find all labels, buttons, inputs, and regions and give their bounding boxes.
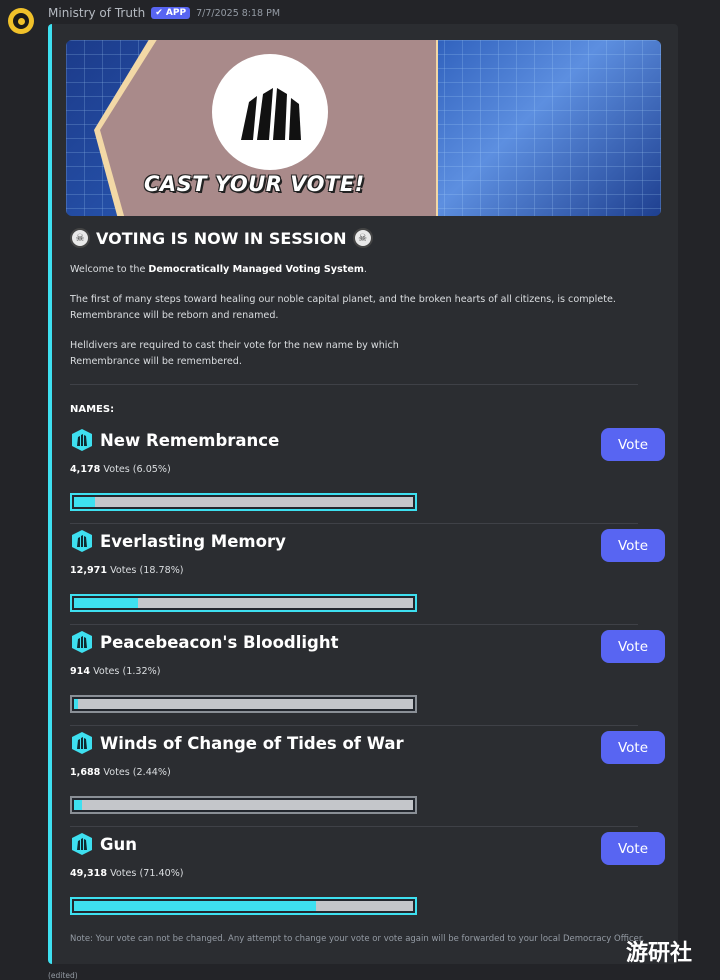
- vote-button[interactable]: Vote: [601, 630, 665, 663]
- vote-button[interactable]: Vote: [601, 731, 665, 764]
- names-label: NAMES:: [70, 404, 115, 415]
- option-votes: 4,178 Votes (6.05%): [70, 464, 171, 475]
- vote-progress-bar: [70, 695, 417, 713]
- ministry-shield-icon: [70, 630, 94, 654]
- poll-option: Peacebeacon's Bloodlight 914 Votes (1.32…: [70, 626, 665, 726]
- option-name: Everlasting Memory: [100, 531, 286, 551]
- option-divider: [70, 826, 638, 827]
- option-name: Winds of Change of Tides of War: [100, 733, 404, 753]
- option-name: New Remembrance: [100, 430, 280, 450]
- banner-title: CAST YOUR VOTE!: [144, 172, 365, 196]
- skull-emblem-icon: ☠: [352, 228, 373, 248]
- banner-image[interactable]: CAST YOUR VOTE!: [66, 40, 661, 216]
- option-name: Gun: [100, 834, 138, 854]
- author-name[interactable]: Ministry of Truth: [48, 6, 145, 20]
- vote-progress-fill: [74, 699, 79, 709]
- session-title: ☠ VOTING IS NOW IN SESSION ☠: [70, 228, 373, 248]
- option-votes: 12,971 Votes (18.78%): [70, 565, 184, 576]
- vote-progress-bar: [70, 594, 417, 612]
- message-timestamp: 7/7/2025 8:18 PM: [196, 7, 281, 19]
- ministry-shield-icon: [70, 832, 94, 856]
- vote-progress-bar: [70, 897, 417, 915]
- message-header: Ministry of Truth ✔ APP 7/7/2025 8:18 PM: [48, 5, 280, 21]
- option-title: New Remembrance: [70, 428, 279, 452]
- poll-option: New Remembrance 4,178 Votes (6.05%) Vote: [70, 424, 665, 524]
- divider: [70, 384, 638, 385]
- option-divider: [70, 624, 638, 625]
- welcome-text: Welcome to the Democratically Managed Vo…: [70, 264, 367, 275]
- vote-progress-fill: [74, 598, 138, 608]
- note-text: Note: Your vote can not be changed. Any …: [70, 934, 645, 944]
- poll-option: Winds of Change of Tides of War 1,688 Vo…: [70, 727, 665, 827]
- bot-avatar[interactable]: [8, 8, 34, 34]
- vote-button[interactable]: Vote: [601, 529, 665, 562]
- option-title: Winds of Change of Tides of War: [70, 731, 404, 755]
- option-divider: [70, 523, 638, 524]
- vote-progress-fill: [74, 901, 317, 911]
- option-title: Peacebeacon's Bloodlight: [70, 630, 338, 654]
- option-title: Everlasting Memory: [70, 529, 286, 553]
- ministry-shield-icon: [70, 529, 94, 553]
- poll-option: Everlasting Memory 12,971 Votes (18.78%)…: [70, 525, 665, 625]
- vote-progress-fill: [74, 800, 83, 810]
- option-divider: [70, 725, 638, 726]
- option-votes: 1,688 Votes (2.44%): [70, 767, 171, 778]
- watermark: 游研社: [626, 941, 693, 966]
- option-votes: 914 Votes (1.32%): [70, 666, 161, 677]
- poll-embed: CAST YOUR VOTE! ☠ VOTING IS NOW IN SESSI…: [48, 24, 678, 964]
- vote-button[interactable]: Vote: [601, 428, 665, 461]
- vote-progress-bar: [70, 796, 417, 814]
- instruction-paragraph: Helldivers are required to cast their vo…: [70, 340, 399, 367]
- session-title-text: VOTING IS NOW IN SESSION: [96, 228, 347, 248]
- poll-option: Gun 49,318 Votes (71.40%) Vote: [70, 828, 665, 928]
- skull-emblem-icon: ☠: [70, 228, 90, 248]
- vote-progress-bar: [70, 493, 417, 511]
- vote-button[interactable]: Vote: [601, 832, 665, 865]
- ministry-logo-icon: [212, 54, 328, 170]
- option-name: Peacebeacon's Bloodlight: [100, 632, 339, 652]
- app-badge: ✔ APP: [151, 7, 191, 19]
- option-votes: 49,318 Votes (71.40%): [70, 868, 184, 879]
- edited-label: (edited): [48, 971, 78, 980]
- intro-paragraph: The first of many steps toward healing o…: [70, 294, 616, 321]
- vote-progress-fill: [74, 497, 95, 507]
- option-title: Gun: [70, 832, 137, 856]
- ministry-shield-icon: [70, 428, 94, 452]
- ministry-shield-icon: [70, 731, 94, 755]
